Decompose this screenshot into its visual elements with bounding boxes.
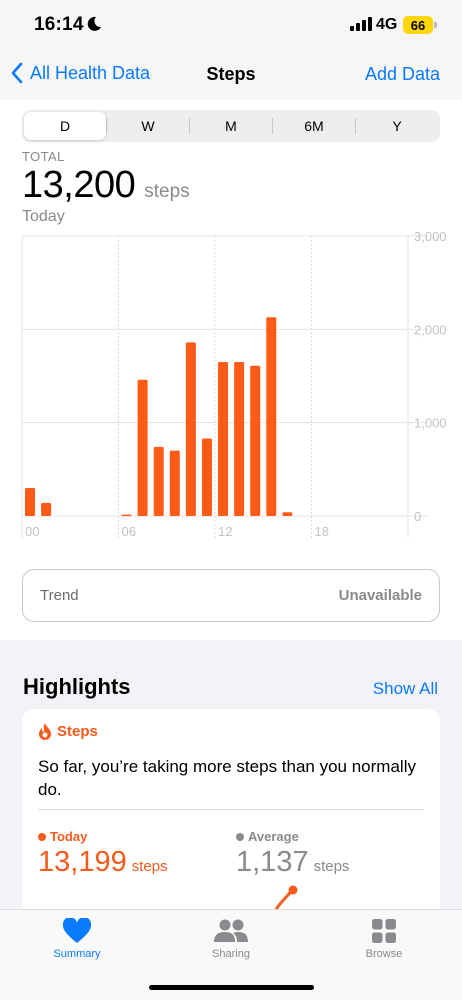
today-stat: Today 13,199 steps: [38, 829, 168, 879]
chart-bar: [153, 446, 164, 516]
moon-icon: [87, 16, 101, 31]
chart-bar: [121, 514, 132, 517]
chart-bar: [137, 379, 148, 516]
steps-bar-chart[interactable]: 0 1,000 2,000 3,000 00 06 12 18: [0, 220, 462, 545]
add-data-button[interactable]: Add Data: [365, 64, 440, 85]
segment-week[interactable]: W: [107, 112, 189, 140]
highlight-text: So far, you’re taking more steps than yo…: [38, 757, 416, 799]
tab-browse-label: Browse: [365, 948, 403, 960]
today-label: Today: [38, 829, 168, 844]
chart-bar: [169, 450, 180, 516]
y-tick-label: 1,000: [414, 416, 447, 431]
highlights-title: Highlights: [23, 674, 131, 699]
today-label-text: Today: [50, 829, 88, 844]
card-tag-label: Steps: [57, 723, 98, 740]
back-label: All Health Data: [30, 62, 151, 83]
total-label: TOTAL: [22, 149, 65, 164]
y-tick-label: 0: [414, 509, 421, 524]
chart-bar: [41, 502, 52, 516]
status-time: 16:14: [34, 14, 84, 35]
segment-day[interactable]: D: [24, 112, 106, 140]
back-button[interactable]: All Health Data: [10, 62, 150, 84]
segment-year[interactable]: Y: [356, 112, 438, 140]
today-value-row: 13,199 steps: [38, 846, 168, 879]
page-title: Steps: [206, 64, 256, 84]
card-tag: Steps: [38, 723, 98, 740]
trend-label: Trend: [40, 587, 79, 604]
tab-sharing[interactable]: Sharing: [181, 918, 281, 960]
highlight-card[interactable]: Steps So far, you’re taking more steps t…: [22, 709, 440, 939]
chart-bar: [201, 438, 212, 516]
x-tick-label: 12: [218, 524, 232, 539]
total-value: 13,200: [22, 164, 136, 206]
battery-tip: [434, 22, 437, 28]
today-unit: steps: [131, 858, 168, 875]
home-indicator: [149, 985, 314, 990]
average-label-text: Average: [248, 829, 299, 844]
average-dot: [236, 832, 244, 841]
segment-month[interactable]: M: [190, 112, 272, 140]
total-row: 13,200 steps: [22, 164, 190, 207]
average-unit: steps: [313, 858, 350, 875]
trend-row[interactable]: Trend Unavailable: [22, 569, 440, 622]
heart-icon: [62, 918, 92, 943]
network-label: 4G: [376, 16, 398, 33]
segment-6-months[interactable]: 6M: [273, 112, 355, 140]
x-tick-label: 00: [25, 524, 39, 539]
card-separator: [38, 809, 424, 810]
trend-sparkline: [273, 885, 298, 911]
average-value: 1,137: [236, 846, 309, 878]
y-tick-label: 3,000: [414, 229, 447, 244]
x-tick-label: 06: [122, 524, 136, 539]
chart-bar: [234, 362, 245, 516]
tab-summary[interactable]: Summary: [27, 918, 127, 960]
flame-icon: [39, 723, 51, 740]
chevron-left-icon: [11, 62, 23, 84]
y-tick-label: 2,000: [414, 322, 447, 337]
period-segmented-control: D W M 6M Y: [22, 110, 440, 142]
tab-browse[interactable]: Browse: [334, 918, 434, 960]
trend-value: Unavailable: [338, 587, 422, 604]
chart-bar: [266, 317, 277, 516]
chart-bar: [282, 512, 293, 516]
chart-bar: [25, 488, 36, 516]
show-all-link[interactable]: Show All: [373, 679, 438, 699]
tab-sharing-label: Sharing: [212, 948, 250, 960]
chart-bar: [185, 342, 196, 516]
signal-icon: [350, 17, 372, 31]
people-icon: [214, 919, 248, 942]
chart-bar: [218, 362, 229, 516]
today-dot: [38, 832, 46, 841]
average-stat: Average 1,137 steps: [236, 829, 349, 879]
battery-icon: 66: [403, 16, 433, 34]
grid-icon: [372, 919, 396, 943]
average-label: Average: [236, 829, 349, 844]
today-value: 13,199: [38, 846, 127, 878]
total-unit: steps: [144, 181, 190, 202]
tab-summary-label: Summary: [53, 948, 101, 960]
x-tick-label: 18: [315, 524, 329, 539]
chart-bar: [250, 365, 261, 516]
average-value-row: 1,137 steps: [236, 846, 349, 879]
